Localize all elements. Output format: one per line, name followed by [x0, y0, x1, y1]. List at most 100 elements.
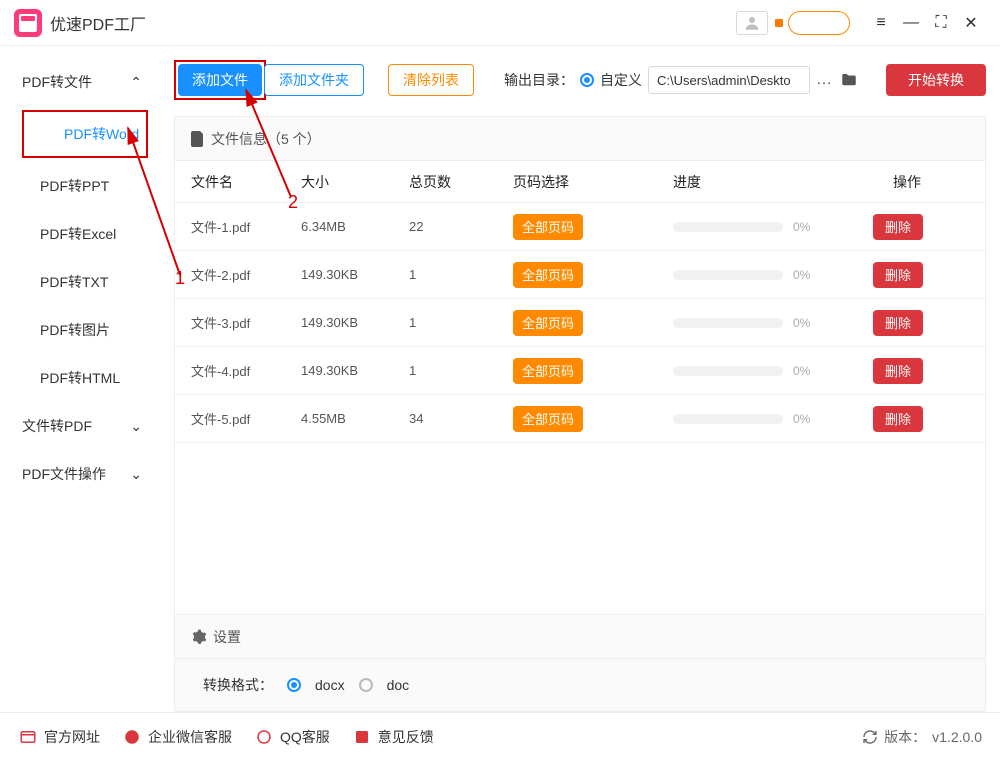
minimize-button[interactable]: —: [896, 0, 926, 46]
app-logo-icon: [14, 9, 42, 37]
cell-name: 文件-5.pdf: [191, 409, 301, 428]
chevron-down-icon: ⌄: [130, 418, 142, 435]
menu-button[interactable]: ≡: [866, 0, 896, 46]
chevron-up-icon: ⌃: [130, 74, 142, 91]
col-prog: 进度: [673, 172, 873, 192]
add-file-button[interactable]: 添加文件: [178, 64, 262, 96]
cell-name: 文件-2.pdf: [191, 265, 301, 284]
app-title: 优速PDF工厂: [50, 11, 146, 35]
delete-row-button[interactable]: 删除: [873, 214, 923, 240]
title-bar: 优速PDF工厂 ≡ — ⛶ ✕: [0, 0, 1000, 46]
cell-name: 文件-4.pdf: [191, 361, 301, 380]
footer-wecom-support[interactable]: 企业微信客服: [122, 727, 232, 747]
table-row: 文件-2.pdf149.30KB1全部页码 0% 删除: [175, 251, 985, 299]
sidebar-group-file-to-pdf[interactable]: 文件转PDF ⌄: [0, 402, 160, 450]
toolbar: 添加文件 添加文件夹 清除列表 输出目录： 自定义 … 开始转换: [174, 58, 986, 102]
sidebar-group-pdf-ops[interactable]: PDF文件操作 ⌄: [0, 450, 160, 498]
sidebar-item-label: PDF转TXT: [40, 272, 108, 292]
gear-icon: [191, 629, 207, 645]
select-pages-button[interactable]: 全部页码: [513, 406, 583, 432]
title-badge[interactable]: [788, 11, 850, 35]
refresh-icon: [862, 729, 878, 745]
cell-size: 149.30KB: [301, 267, 409, 282]
cell-name: 文件-3.pdf: [191, 313, 301, 332]
file-info-label: 文件信息: [211, 129, 267, 149]
progress-text: 0%: [793, 268, 810, 282]
output-custom-radio[interactable]: [580, 73, 594, 87]
table-row: 文件-1.pdf6.34MB22全部页码0%删除: [175, 203, 985, 251]
select-pages-button[interactable]: 全部页码: [513, 310, 583, 336]
footer: 官方网址 企业微信客服 QQ客服 意见反馈 版本： v1.2.0.0: [0, 712, 1000, 760]
cell-pages: 22: [409, 219, 513, 234]
select-pages-button[interactable]: 全部页码: [513, 262, 583, 288]
sidebar-group-pdf-to-file[interactable]: PDF转文件 ⌃: [0, 58, 160, 106]
output-custom-label: 自定义: [600, 70, 642, 90]
add-folder-button[interactable]: 添加文件夹: [264, 64, 364, 96]
progress-bar: [673, 270, 783, 280]
cell-name: 文件-1.pdf: [191, 217, 301, 236]
sidebar-group-label: PDF转文件: [22, 72, 92, 92]
sidebar-item-pdf-to-excel[interactable]: PDF转Excel: [0, 210, 160, 258]
footer-feedback[interactable]: 意见反馈: [352, 727, 434, 747]
cell-pages: 1: [409, 363, 513, 378]
file-icon: [191, 131, 205, 147]
user-avatar-icon[interactable]: [736, 11, 768, 35]
sidebar-group-label: 文件转PDF: [22, 416, 92, 436]
footer-qq-support[interactable]: QQ客服: [254, 727, 330, 747]
wechat-icon: [122, 727, 142, 747]
cell-size: 149.30KB: [301, 315, 409, 330]
progress-text: 0%: [793, 316, 810, 330]
format-radio-docx[interactable]: [287, 678, 301, 692]
maximize-button[interactable]: ⛶: [926, 0, 956, 46]
sidebar-item-pdf-to-image[interactable]: PDF转图片: [0, 306, 160, 354]
main-panel: 添加文件 添加文件夹 清除列表 输出目录： 自定义 … 开始转换: [160, 46, 1000, 712]
delete-row-button[interactable]: 删除: [873, 358, 923, 384]
format-radio-doc[interactable]: [359, 678, 373, 692]
cell-pages: 1: [409, 267, 513, 282]
delete-row-button[interactable]: 删除: [873, 262, 923, 288]
progress-text: 0%: [793, 220, 810, 234]
close-button[interactable]: ✕: [956, 0, 986, 46]
sidebar-item-label: PDF转HTML: [40, 368, 120, 388]
format-opt-doc: doc: [387, 677, 410, 693]
settings-section: 设置 转换格式： docx doc: [175, 614, 985, 711]
qq-icon: [254, 727, 274, 747]
select-pages-button[interactable]: 全部页码: [513, 214, 583, 240]
format-label: 转换格式：: [203, 675, 273, 695]
browse-more-button[interactable]: …: [816, 71, 833, 89]
table-row: 文件-3.pdf149.30KB1全部页码 0% 删除: [175, 299, 985, 347]
chevron-down-icon: ⌄: [130, 466, 142, 483]
settings-title: 设置: [213, 627, 241, 647]
progress-bar: [673, 318, 783, 328]
progress-bar: [673, 222, 783, 232]
progress-text: 0%: [793, 364, 810, 378]
output-path-input[interactable]: [648, 66, 810, 94]
version-info: 版本： v1.2.0.0: [862, 727, 982, 747]
delete-row-button[interactable]: 删除: [873, 310, 923, 336]
sidebar-item-pdf-to-txt[interactable]: PDF转TXT: [0, 258, 160, 306]
footer-official-site[interactable]: 官方网址: [18, 727, 100, 747]
cell-pages: 34: [409, 411, 513, 426]
sidebar-item-pdf-to-html[interactable]: PDF转HTML: [0, 354, 160, 402]
format-opt-docx: docx: [315, 677, 345, 693]
clear-list-button[interactable]: 清除列表: [388, 64, 474, 96]
delete-row-button[interactable]: 删除: [873, 406, 923, 432]
sidebar-group-label: PDF文件操作: [22, 464, 106, 484]
col-size: 大小: [301, 172, 409, 192]
open-folder-button[interactable]: [839, 71, 859, 89]
table-row: 文件-4.pdf149.30KB1全部页码0%删除: [175, 347, 985, 395]
sidebar-item-pdf-to-ppt[interactable]: PDF转PPT: [0, 162, 160, 210]
col-name: 文件名: [191, 172, 301, 192]
file-count: （5 个）: [267, 129, 321, 149]
output-dir-label: 输出目录：: [504, 70, 574, 90]
sidebar: PDF转文件 ⌃ PDF转Word PDF转PPT PDF转Excel PDF转…: [0, 46, 160, 712]
select-pages-button[interactable]: 全部页码: [513, 358, 583, 384]
feedback-icon: [352, 727, 372, 747]
file-list-box: 文件信息 （5 个） 文件名 大小 总页数 页码选择 进度 操作 文件-1.pd…: [174, 116, 986, 712]
sidebar-item-pdf-to-word[interactable]: PDF转Word: [22, 110, 148, 158]
cell-size: 4.55MB: [301, 411, 409, 426]
table-row: 文件-5.pdf4.55MB34全部页码0%删除: [175, 395, 985, 443]
cell-pages: 1: [409, 315, 513, 330]
sidebar-item-label: PDF转图片: [40, 320, 110, 340]
start-convert-button[interactable]: 开始转换: [886, 64, 986, 96]
